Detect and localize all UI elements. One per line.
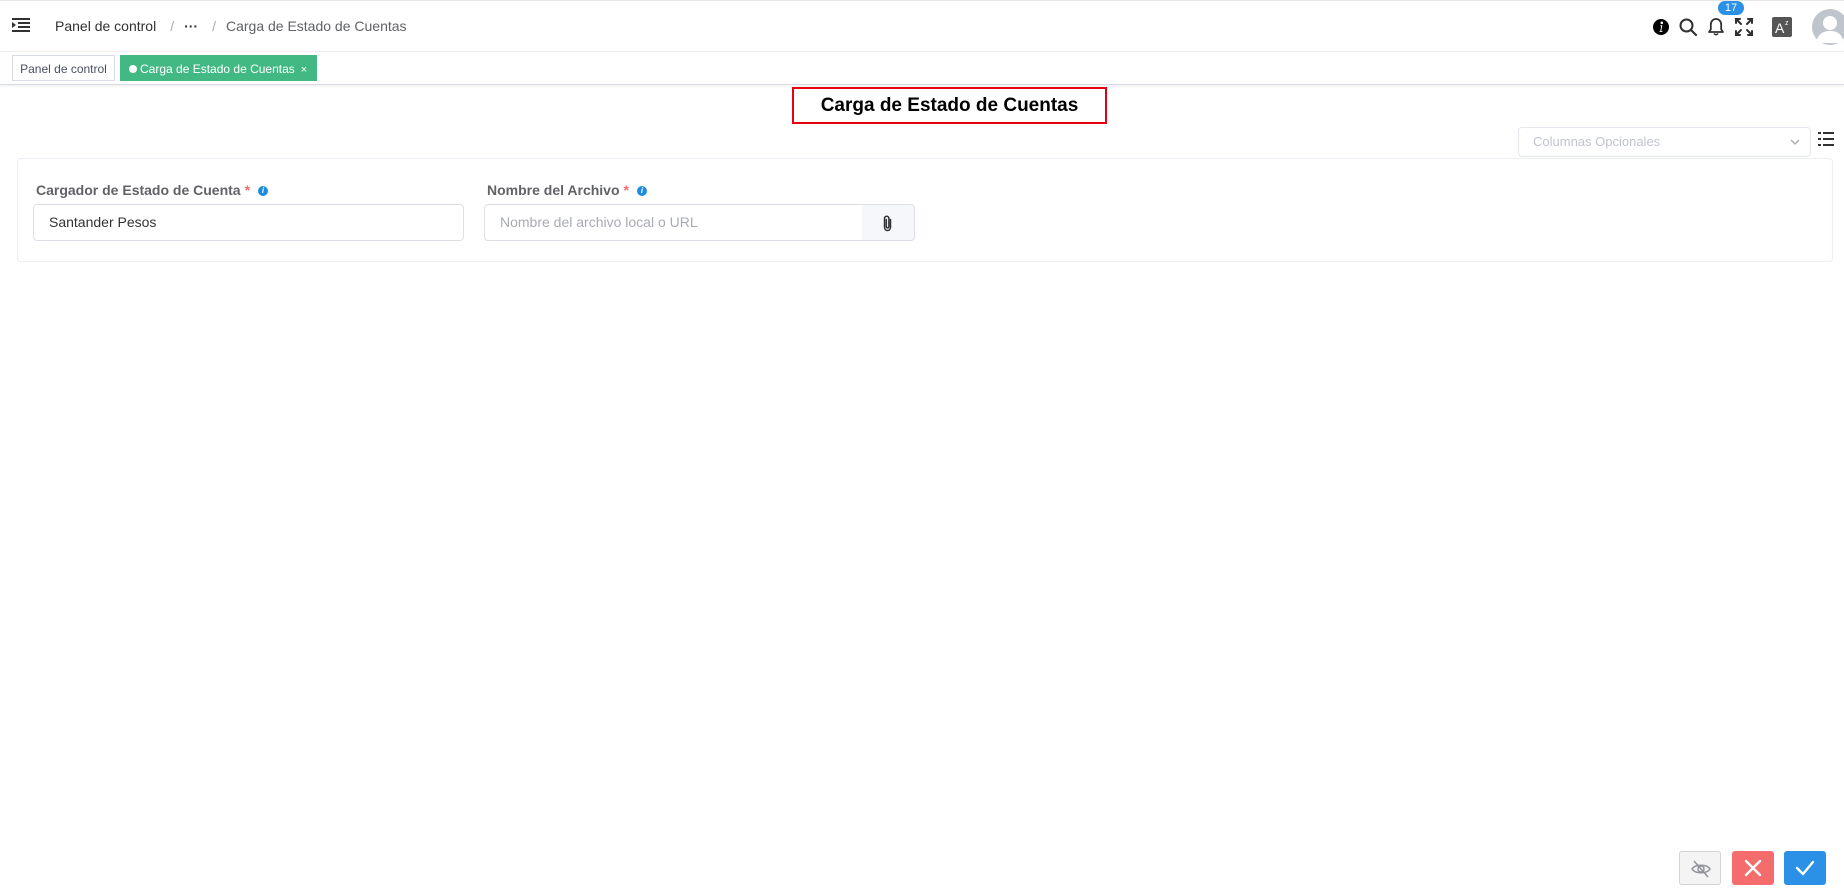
check-icon xyxy=(1795,860,1815,876)
info-icon[interactable]: i xyxy=(636,186,647,196)
info-icon[interactable]: i xyxy=(258,186,269,196)
confirm-button[interactable] xyxy=(1784,851,1826,885)
breadcrumb: Panel de control / ··· / Carga de Estado… xyxy=(55,18,407,34)
cancel-button[interactable] xyxy=(1732,851,1774,885)
user-avatar-icon xyxy=(1816,16,1844,43)
menu-toggle-icon[interactable] xyxy=(12,17,30,33)
tags-view-bar: Panel de control Carga de Estado de Cuen… xyxy=(0,52,1844,85)
optional-columns-select[interactable]: Columnas Opcionales xyxy=(1518,127,1811,157)
top-navbar: Panel de control / ··· / Carga de Estado… xyxy=(0,0,1844,52)
svg-text:A: A xyxy=(1775,20,1785,36)
notification-badge[interactable]: 17 xyxy=(1718,1,1744,15)
file-label: Nombre del Archivo * i xyxy=(487,182,647,198)
breadcrumb-separator: / xyxy=(212,18,216,34)
file-label-text: Nombre del Archivo xyxy=(487,182,620,198)
info-icon[interactable] xyxy=(1651,17,1671,37)
tag-panel-de-control[interactable]: Panel de control xyxy=(12,55,115,81)
close-icon[interactable]: × xyxy=(301,57,307,83)
tag-label: Panel de control xyxy=(20,62,107,76)
breadcrumb-current: Carga de Estado de Cuentas xyxy=(225,18,407,34)
svg-text:z: z xyxy=(1785,20,1789,27)
paperclip-icon xyxy=(883,215,892,232)
required-mark: * xyxy=(623,182,629,198)
loader-label-text: Cargador de Estado de Cuenta xyxy=(36,182,241,198)
attach-file-button[interactable] xyxy=(862,204,915,241)
loader-select[interactable]: Santander Pesos xyxy=(33,204,464,241)
breadcrumb-ellipsis[interactable]: ··· xyxy=(184,18,198,34)
optional-columns-placeholder: Columnas Opcionales xyxy=(1533,134,1661,149)
close-icon xyxy=(1744,859,1762,877)
chevron-down-icon xyxy=(1790,139,1800,145)
breadcrumb-separator: / xyxy=(170,18,175,34)
tag-carga-estado-cuentas[interactable]: Carga de Estado de Cuentas × xyxy=(120,55,317,81)
required-mark: * xyxy=(244,182,251,198)
fullscreen-icon[interactable] xyxy=(1734,17,1754,37)
search-icon[interactable] xyxy=(1678,17,1698,37)
user-avatar[interactable] xyxy=(1812,9,1844,45)
page-title: Carga de Estado de Cuentas xyxy=(792,87,1107,124)
file-name-input[interactable]: Nombre del archivo local o URL xyxy=(484,204,863,241)
active-dot-icon xyxy=(129,65,137,73)
list-icon[interactable] xyxy=(1818,131,1834,147)
bell-icon[interactable] xyxy=(1706,17,1726,37)
loader-label: Cargador de Estado de Cuenta * i xyxy=(36,182,269,198)
breadcrumb-home[interactable]: Panel de control xyxy=(55,18,156,34)
tag-label: Carga de Estado de Cuentas xyxy=(140,62,295,76)
text-size-icon[interactable]: A z xyxy=(1772,17,1792,37)
hide-button[interactable] xyxy=(1679,851,1721,885)
eye-off-icon xyxy=(1691,860,1711,878)
